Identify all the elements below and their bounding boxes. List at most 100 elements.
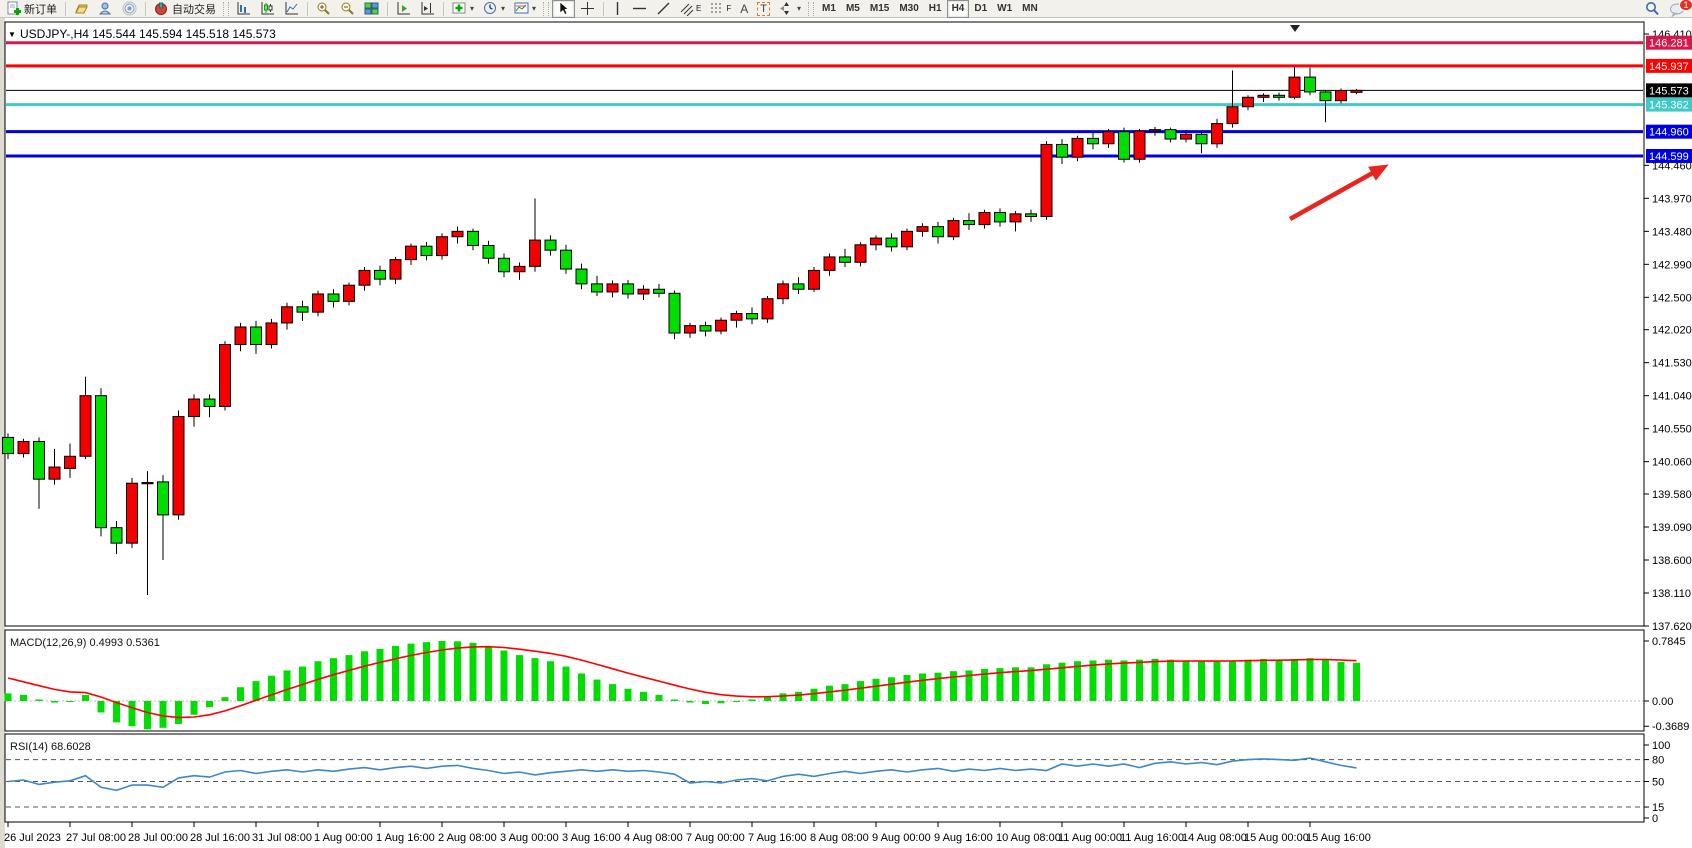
timeframe-m15[interactable]: M15 <box>865 0 894 18</box>
candlestick-chart-button[interactable] <box>256 0 279 18</box>
chat-button[interactable]: 1 <box>1665 0 1690 18</box>
candle <box>1320 92 1331 101</box>
macd-bar <box>919 673 926 701</box>
crosshair-button[interactable] <box>576 0 599 18</box>
rsi-axis-label: 100 <box>1652 740 1670 752</box>
time-label: 10 Aug 08:00 <box>996 832 1061 844</box>
macd-bar <box>795 692 802 701</box>
price-axis[interactable]: 146.410144.460143.970143.480142.990142.5… <box>1644 29 1692 825</box>
indicators-button[interactable]: ▾ <box>448 0 478 18</box>
fibonacci-button[interactable]: F <box>706 0 735 18</box>
candle <box>654 289 665 293</box>
zoom-in-icon <box>316 1 331 16</box>
macd-bar <box>1214 661 1221 701</box>
panel-frames <box>0 18 1644 848</box>
fibonacci-icon <box>710 1 726 16</box>
macd-bar <box>284 670 291 701</box>
templates-button[interactable]: ▾ <box>510 0 540 18</box>
notification-badge: 1 <box>1679 0 1692 11</box>
tile-windows-button[interactable] <box>360 0 383 18</box>
candle <box>871 238 882 245</box>
price-tick-label: 139.090 <box>1652 522 1692 534</box>
candle <box>1351 90 1362 92</box>
horizontal-line-button[interactable] <box>628 0 651 18</box>
timeframe-m5[interactable]: M5 <box>841 0 865 18</box>
bar-chart-button[interactable] <box>232 0 255 18</box>
equidistant-channel-button[interactable]: E <box>676 0 705 18</box>
auto-scroll-button[interactable] <box>392 0 415 18</box>
timeframe-w1[interactable]: W1 <box>992 0 1017 18</box>
line-chart-button[interactable] <box>280 0 303 18</box>
periods-button[interactable]: ▾ <box>479 0 509 18</box>
candle <box>3 437 14 453</box>
price-tick-label: 139.580 <box>1652 489 1692 501</box>
timeframe-m30[interactable]: M30 <box>894 0 923 18</box>
candle <box>96 396 107 528</box>
vertical-line-button[interactable] <box>608 0 627 18</box>
auto-trading-button[interactable]: 自动交易 <box>150 0 220 18</box>
main-chart-area[interactable] <box>5 22 1644 626</box>
rsi-chart-area[interactable] <box>5 734 1644 822</box>
candle <box>421 246 432 255</box>
profiles-button[interactable] <box>70 0 93 18</box>
signals-button[interactable] <box>118 0 141 18</box>
symbol-dropdown-icon[interactable]: ▼ <box>8 30 16 39</box>
separator <box>387 2 388 16</box>
text-label-button[interactable]: T <box>753 0 774 18</box>
timeframe-h1[interactable]: H1 <box>924 0 947 18</box>
trendline-button[interactable] <box>652 0 675 18</box>
search-button[interactable] <box>1640 0 1664 18</box>
macd-bar <box>1353 663 1360 701</box>
time-label: 8 Aug 08:00 <box>810 832 869 844</box>
macd-bar <box>904 675 911 701</box>
text-button[interactable]: A <box>736 0 752 18</box>
arrows-button[interactable]: ▾ <box>775 0 805 18</box>
auto-trading-icon <box>154 1 169 16</box>
price-tick-label: 140.060 <box>1652 457 1692 469</box>
zoom-in-button[interactable] <box>312 0 335 18</box>
candle <box>607 284 618 292</box>
templates-icon <box>514 1 529 16</box>
time-label: 1 Aug 00:00 <box>314 832 373 844</box>
text-icon: A <box>740 2 748 16</box>
macd-bar <box>36 699 43 701</box>
candle <box>1289 77 1300 97</box>
macd-bar <box>377 649 384 701</box>
dropdown-caret: ▾ <box>797 4 801 13</box>
new-order-button[interactable]: 新订单 <box>2 0 61 18</box>
time-label: 15 Aug 16:00 <box>1306 832 1371 844</box>
time-axis[interactable]: 26 Jul 202327 Jul 08:0028 Jul 00:0028 Ju… <box>4 822 1371 844</box>
line-chart-icon <box>284 1 299 16</box>
chart-shift-button[interactable] <box>416 0 439 18</box>
price-tick-label: 143.480 <box>1652 226 1692 238</box>
macd-axis-label: 0.00 <box>1652 696 1673 708</box>
indicators-icon <box>452 1 467 16</box>
time-label: 28 Jul 00:00 <box>128 832 188 844</box>
timeframe-mn[interactable]: MN <box>1017 0 1043 18</box>
zoom-out-button[interactable] <box>336 0 359 18</box>
macd-chart-area[interactable] <box>5 630 1644 731</box>
clock-icon <box>483 1 498 16</box>
timeframe-d1[interactable]: D1 <box>969 0 992 18</box>
macd-bar <box>253 681 260 701</box>
macd-bar <box>671 699 678 701</box>
macd-bar <box>346 655 353 701</box>
candle <box>964 221 975 225</box>
market-button[interactable] <box>94 0 117 18</box>
macd-bar <box>485 646 492 701</box>
candle <box>344 285 355 301</box>
separator <box>307 2 308 16</box>
macd-bar <box>67 701 74 702</box>
macd-bar <box>857 681 864 701</box>
candle <box>359 270 370 285</box>
candle <box>18 441 29 453</box>
timeframe-h4[interactable]: H4 <box>947 0 970 18</box>
cursor-button[interactable] <box>552 0 575 18</box>
zoom-out-icon <box>340 1 355 16</box>
timeframe-m1[interactable]: M1 <box>817 0 841 18</box>
candle <box>1057 144 1068 157</box>
candle <box>1150 130 1161 131</box>
macd-bar <box>780 693 787 701</box>
time-label: 27 Jul 08:00 <box>66 832 126 844</box>
toolbar-handle <box>808 2 814 16</box>
